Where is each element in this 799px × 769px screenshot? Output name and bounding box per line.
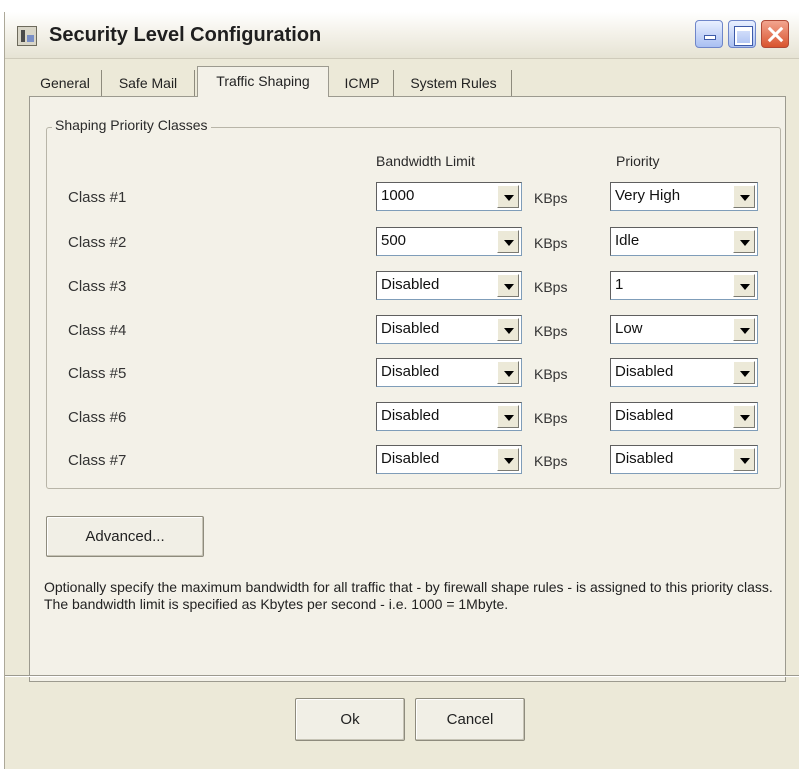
bandwidth-select[interactable]: Disabled: [376, 271, 522, 300]
bandwidth-select[interactable]: 500: [376, 227, 522, 256]
bandwidth-limit-header: Bandwidth Limit: [376, 153, 475, 169]
title-bar[interactable]: Security Level Configuration: [5, 12, 799, 59]
ok-button[interactable]: Ok: [295, 698, 405, 741]
priority-select[interactable]: Disabled: [610, 358, 758, 387]
priority-value: Idle: [615, 232, 640, 249]
priority-select[interactable]: Disabled: [610, 445, 758, 474]
dropdown-arrow-icon[interactable]: [733, 405, 755, 428]
window-title: Security Level Configuration: [49, 24, 322, 46]
bandwidth-value: Disabled: [381, 363, 440, 380]
dropdown-arrow-icon[interactable]: [733, 361, 755, 384]
priority-select[interactable]: Idle: [610, 227, 758, 256]
dropdown-arrow-icon[interactable]: [497, 185, 519, 208]
unit-label: KBps: [534, 279, 568, 295]
class-label: Class #5: [68, 365, 127, 382]
priority-value: Disabled: [615, 450, 674, 467]
unit-label: KBps: [534, 366, 568, 382]
bandwidth-select[interactable]: Disabled: [376, 402, 522, 431]
group-legend: Shaping Priority Classes: [52, 117, 211, 133]
dropdown-arrow-icon[interactable]: [497, 448, 519, 471]
class-label: Class #3: [68, 278, 127, 295]
dialog-window: Security Level Configuration General Saf…: [4, 12, 799, 769]
tab-traffic-shaping[interactable]: Traffic Shaping: [197, 66, 329, 97]
bandwidth-select[interactable]: Disabled: [376, 315, 522, 344]
priority-value: Disabled: [615, 407, 674, 424]
class-label: Class #4: [68, 322, 127, 339]
bandwidth-value: Disabled: [381, 276, 440, 293]
priority-select[interactable]: Disabled: [610, 402, 758, 431]
priority-value: Very High: [615, 187, 681, 204]
dropdown-arrow-icon[interactable]: [497, 361, 519, 384]
bandwidth-select[interactable]: Disabled: [376, 445, 522, 474]
tab-system-rules[interactable]: System Rules: [396, 70, 512, 96]
dropdown-arrow-icon[interactable]: [497, 405, 519, 428]
bandwidth-value: Disabled: [381, 407, 440, 424]
dropdown-arrow-icon[interactable]: [733, 185, 755, 208]
class-label: Class #2: [68, 234, 127, 251]
priority-select[interactable]: Low: [610, 315, 758, 344]
dropdown-arrow-icon[interactable]: [497, 318, 519, 341]
class-label: Class #7: [68, 452, 127, 469]
priority-select[interactable]: Very High: [610, 182, 758, 211]
class-label: Class #1: [68, 189, 127, 206]
priority-select[interactable]: 1: [610, 271, 758, 300]
tab-icmp[interactable]: ICMP: [331, 70, 394, 96]
advanced-button[interactable]: Advanced...: [46, 516, 204, 557]
dropdown-arrow-icon[interactable]: [497, 274, 519, 297]
app-icon[interactable]: [17, 26, 37, 46]
help-text: Optionally specify the maximum bandwidth…: [44, 579, 773, 612]
bandwidth-value: 500: [381, 232, 407, 249]
tab-safe-mail[interactable]: Safe Mail: [102, 70, 195, 96]
priority-value: Disabled: [615, 363, 674, 380]
unit-label: KBps: [534, 235, 568, 251]
footer-separator: [5, 675, 799, 677]
dropdown-arrow-icon[interactable]: [497, 230, 519, 253]
unit-label: KBps: [534, 190, 568, 206]
dropdown-arrow-icon[interactable]: [733, 318, 755, 341]
unit-label: KBps: [534, 323, 568, 339]
bandwidth-value: 1000: [381, 187, 415, 204]
bandwidth-value: Disabled: [381, 450, 440, 467]
bandwidth-select[interactable]: 1000: [376, 182, 522, 211]
priority-value: Low: [615, 320, 643, 337]
dropdown-arrow-icon[interactable]: [733, 274, 755, 297]
maximize-icon[interactable]: [728, 20, 756, 48]
dropdown-arrow-icon[interactable]: [733, 230, 755, 253]
class-label: Class #6: [68, 409, 127, 426]
traffic-shaping-panel: Shaping Priority Classes Bandwidth Limit…: [29, 96, 786, 682]
unit-label: KBps: [534, 453, 568, 469]
dropdown-arrow-icon[interactable]: [733, 448, 755, 471]
tab-general[interactable]: General: [29, 70, 102, 96]
priority-header: Priority: [616, 153, 660, 169]
cancel-button[interactable]: Cancel: [415, 698, 525, 741]
unit-label: KBps: [534, 410, 568, 426]
priority-value: 1: [615, 276, 624, 293]
close-icon[interactable]: [761, 20, 789, 48]
bandwidth-value: Disabled: [381, 320, 440, 337]
bandwidth-select[interactable]: Disabled: [376, 358, 522, 387]
minimize-icon[interactable]: [695, 20, 723, 48]
